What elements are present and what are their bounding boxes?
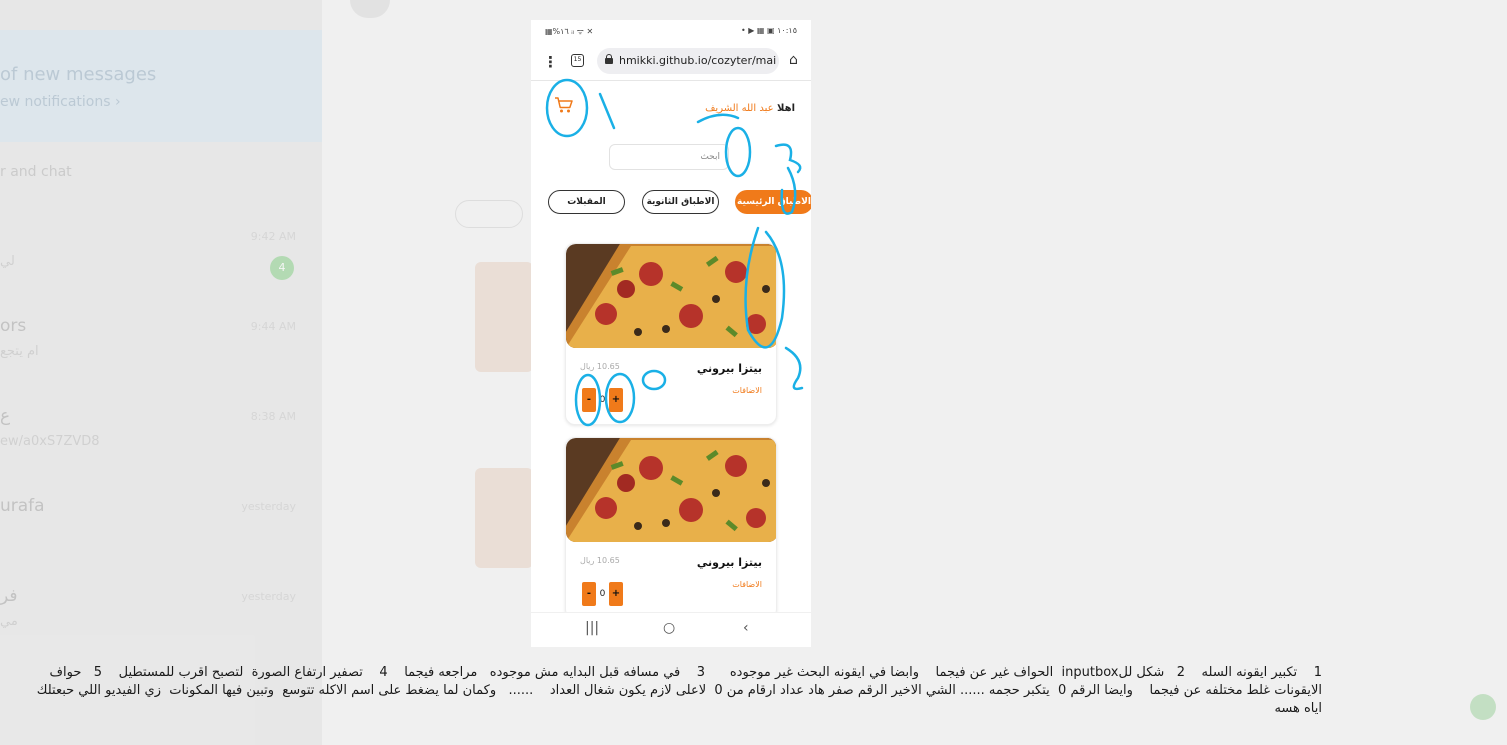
status-left: ▦%١٦ ᵢₗ ᯤ ✕ [545, 27, 594, 36]
background-chat-row: ors ام يتجع 9:44 AM [0, 316, 296, 359]
product-price: 10.65 ريال [580, 362, 620, 371]
background-banner-title: of new messages [0, 64, 157, 85]
recents-icon[interactable]: ||| [585, 620, 599, 636]
tabs-icon[interactable]: 15 [571, 54, 584, 67]
pizza-image [566, 244, 776, 348]
menu-app: اهلا عبد الله الشريف ابحث المقبلات الاطب… [531, 82, 811, 619]
quantity-value: 0 [599, 589, 606, 599]
background-banner-link: ew notifications › [0, 94, 121, 110]
background-chat-row: ع ew/a0xS7ZVD8 8:38 AM [0, 406, 296, 449]
category-main-dishes[interactable]: الاطباق الرئيسية [735, 190, 811, 214]
addons-link[interactable]: الاضافات [732, 580, 762, 589]
greeting: اهلا عبد الله الشريف [705, 103, 795, 114]
lock-icon [605, 54, 613, 64]
background-chat-pane [322, 0, 1507, 745]
background-chat-row: فر مي yesterday [0, 586, 296, 629]
background-search-hint: r and chat [0, 164, 72, 180]
status-right: • ▶ ▦ ▣ ١٠:١٥ [740, 26, 797, 35]
product-name[interactable]: بيتزا بيروني [697, 362, 762, 375]
pizza-image [566, 438, 776, 542]
decrease-button[interactable]: - [582, 388, 596, 412]
home-nav-icon[interactable]: ○ [663, 620, 675, 636]
android-nav-bar: ||| ○ ‹ [531, 612, 811, 647]
quantity-stepper: - 0 + [582, 388, 632, 412]
background-pill [455, 200, 523, 228]
background-chat-row: لي 9:42 AM 4 [0, 212, 320, 300]
search-input[interactable]: ابحث [609, 144, 729, 170]
back-icon[interactable]: ‹ [743, 620, 749, 636]
kebab-menu-icon[interactable]: ⋮ [543, 53, 558, 71]
background-chat-row: urafa yesterday [0, 496, 296, 516]
phone-screenshot: ▦%١٦ ᵢₗ ᯤ ✕ • ▶ ▦ ▣ ١٠:١٥ ⋮ 15 hmikki.gi… [531, 20, 811, 647]
quantity-value: 0 [599, 395, 606, 405]
home-icon[interactable]: ⌂ [789, 52, 798, 68]
product-name[interactable]: بيتزا بيروني [697, 556, 762, 569]
decrease-button[interactable]: - [582, 582, 596, 606]
addons-link[interactable]: الاضافات [732, 386, 762, 395]
divider [531, 80, 811, 81]
cart-icon[interactable] [553, 94, 575, 116]
category-side-dishes[interactable]: الاطباق الثانوية [642, 190, 719, 214]
background-fab [1470, 694, 1496, 720]
product-price: 10.65 ريال [580, 556, 620, 565]
user-name: عبد الله الشريف [705, 103, 774, 114]
increase-button[interactable]: + [609, 582, 623, 606]
address-field[interactable]: hmikki.github.io/cozyter/mai [597, 48, 779, 74]
quantity-stepper: - 0 + [582, 582, 632, 606]
background-image-bubble [475, 262, 533, 372]
background-image-bubble [475, 468, 533, 568]
background-banner: of new messages ew notifications › [0, 30, 322, 142]
product-card[interactable]: بيتزا بيروني 10.65 ريال الاضافات - 0 + [565, 437, 777, 619]
greeting-prefix: اهلا [773, 103, 795, 114]
increase-button[interactable]: + [609, 388, 623, 412]
review-notes: 1 تكبير ايقونه السله 2 شكل للinputbox ال… [32, 665, 1322, 716]
category-appetizers[interactable]: المقبلات [548, 190, 625, 214]
status-bar: ▦%١٦ ᵢₗ ᯤ ✕ • ▶ ▦ ▣ ١٠:١٥ [531, 20, 811, 42]
product-card[interactable]: بيتزا بيروني 10.65 ريال الاضافات - 0 + [565, 243, 777, 425]
search-placeholder: ابحث [700, 152, 720, 162]
browser-url-bar: ⋮ 15 hmikki.github.io/cozyter/mai ⌂ [531, 44, 811, 80]
url-text: hmikki.github.io/cozyter/mai [619, 54, 777, 67]
